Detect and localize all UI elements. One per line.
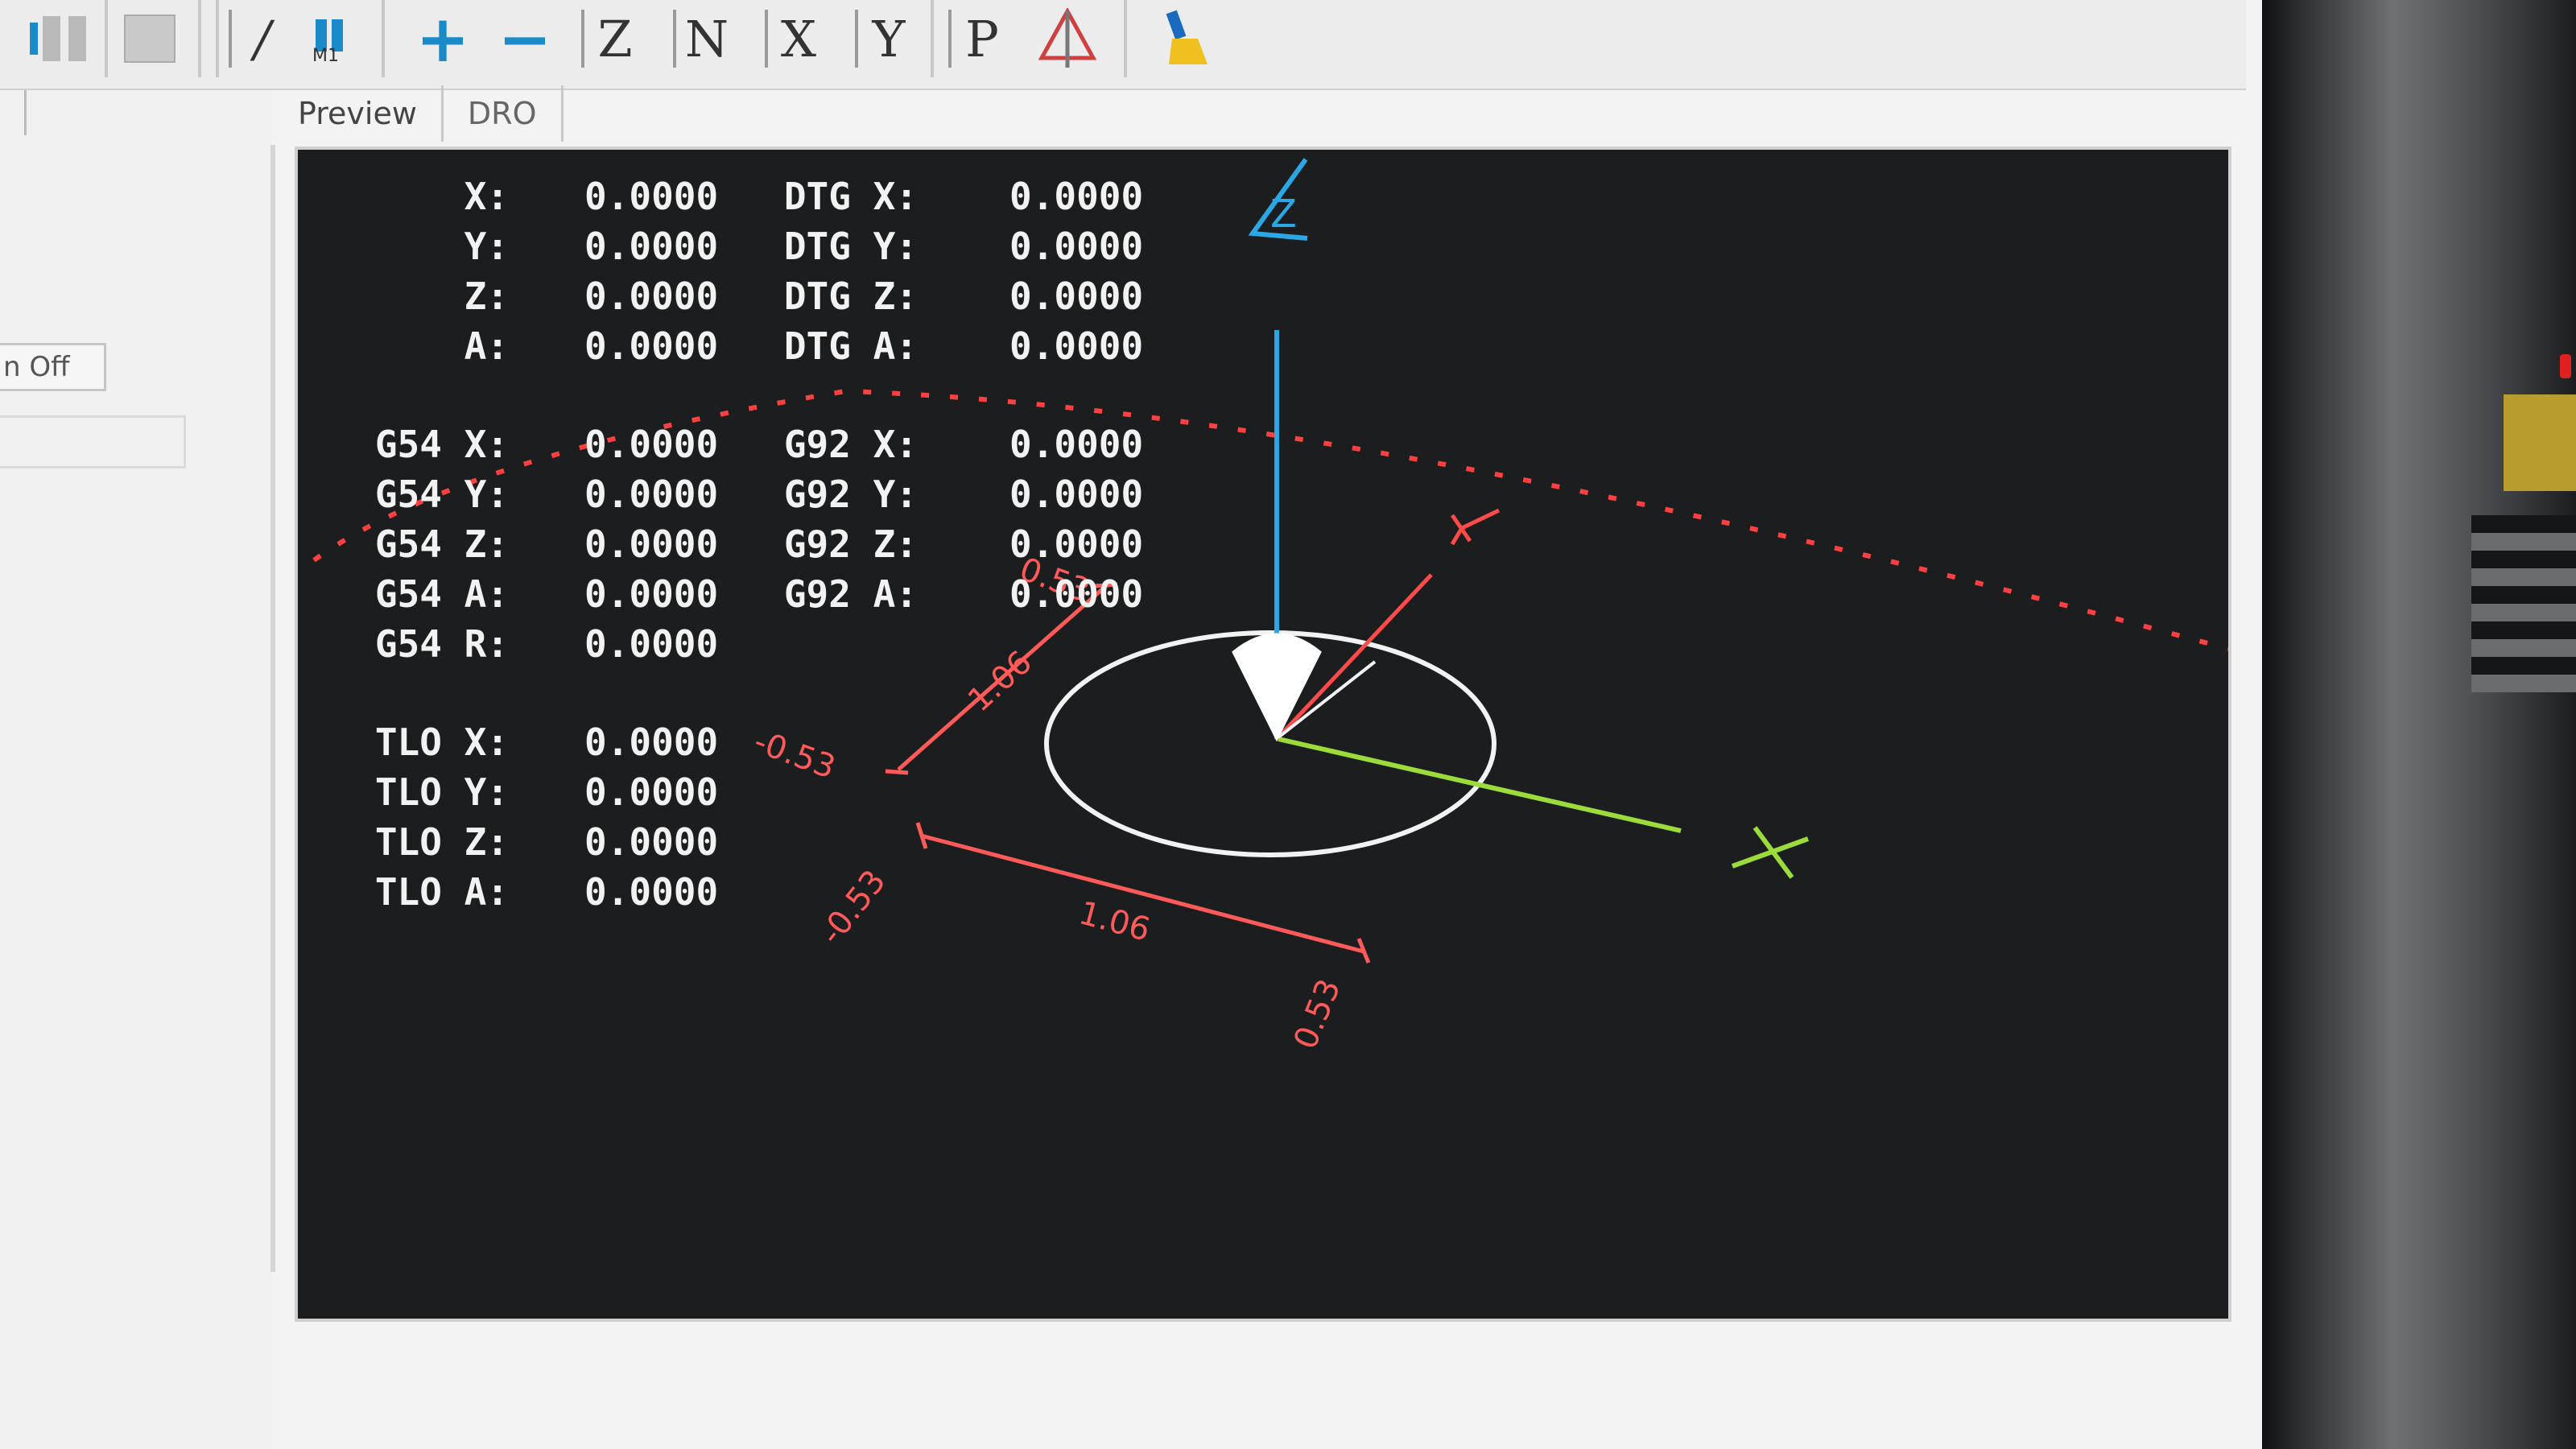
dro-label-secondary: G92 A:	[784, 572, 918, 616]
tab-dro-label: DRO	[467, 96, 537, 131]
power-led	[2560, 354, 2571, 378]
dro-label: G54 X:	[375, 423, 509, 466]
tab-dro[interactable]: DRO	[444, 85, 564, 142]
view-perspective-button[interactable]: P	[948, 5, 1016, 72]
dro-value: 0.0000	[584, 175, 718, 218]
zoom-in-icon: +	[415, 1, 470, 76]
pane-divider[interactable]	[270, 145, 275, 1272]
dro-value: 0.0000	[584, 423, 718, 466]
dro-value: 0.0000	[584, 622, 718, 666]
dro-value-secondary: 0.0000	[1009, 522, 1143, 566]
dro-label-secondary: DTG A:	[784, 324, 918, 368]
dim-y-min: -0.53	[749, 723, 840, 786]
view-y-button[interactable]: Y	[855, 5, 923, 72]
toggle-skip-lines-icon: /	[254, 9, 271, 68]
dro-label: TLO Y:	[375, 770, 509, 814]
dro-label: TLO Z:	[375, 820, 509, 864]
dro-label: G54 Z:	[375, 522, 509, 566]
dro-value: 0.0000	[584, 324, 718, 368]
dro-label: A:	[464, 324, 509, 368]
view-perspective-icon: P	[965, 9, 999, 68]
preview-canvas[interactable]: Z 1.06 -0.53 0.53 1.06 -0.53 0.53 X: 0.0…	[295, 147, 2231, 1322]
pause-button[interactable]	[31, 5, 98, 72]
dro-label-secondary: DTG Z:	[784, 275, 918, 318]
rotate-view-icon	[1038, 8, 1097, 68]
dro-label: TLO A:	[375, 870, 509, 914]
tab-preview[interactable]: Preview	[274, 85, 444, 142]
tool-cone	[1232, 633, 1322, 742]
view-rotated-z-icon: N	[684, 9, 729, 68]
dro-value-secondary: 0.0000	[1009, 473, 1143, 516]
dro-value-secondary: 0.0000	[1009, 225, 1143, 268]
dro-label-secondary: DTG X:	[784, 175, 918, 218]
dro-label: Y:	[464, 225, 509, 268]
view-y-icon: Y	[872, 9, 906, 68]
tab-bar: Preview DRO	[274, 85, 564, 145]
dro-label-secondary: DTG Y:	[784, 225, 918, 268]
z-axis-label: Z	[1270, 192, 1297, 237]
stop-icon	[124, 14, 175, 63]
dro-label: G54 A:	[375, 572, 509, 616]
dro-label-secondary: G92 Y:	[784, 473, 918, 516]
dim-x-length: 1.06	[1075, 894, 1154, 948]
dro-value-secondary: 0.0000	[1009, 275, 1143, 318]
optional-stop-icon: M1	[312, 16, 361, 66]
view-rotated-z-button[interactable]: N	[673, 5, 741, 72]
dro-value: 0.0000	[584, 473, 718, 516]
stop-button[interactable]	[116, 5, 184, 72]
dro-value: 0.0000	[584, 572, 718, 616]
dim-x-max: 0.53	[1287, 974, 1348, 1055]
clear-plot-button[interactable]	[1151, 5, 1219, 72]
toolbar: / M1 + − Z N X Y P	[0, 0, 2246, 90]
dro-label: G54 R:	[375, 622, 509, 666]
left-panel	[0, 90, 272, 1449]
x-axis-line	[1278, 737, 1682, 833]
y-axis-marker	[1450, 508, 1501, 546]
dro-value: 0.0000	[584, 870, 718, 914]
tab-preview-label: Preview	[298, 96, 417, 131]
flood-toggle-label: n Off	[3, 351, 70, 383]
view-x-button[interactable]: X	[765, 5, 832, 72]
dro-label: TLO X:	[375, 720, 509, 764]
view-x-icon: X	[780, 9, 817, 68]
rotate-view-button[interactable]	[1034, 5, 1101, 72]
dro-value: 0.0000	[584, 225, 718, 268]
bezel-vent	[2471, 515, 2576, 692]
dim-x-min: -0.53	[813, 863, 894, 952]
dro-overlay: X: 0.0000 DTG X: 0.0000 Y: 0.0000 DTG Y: 0.0000…	[375, 175, 1143, 914]
screen: / M1 + − Z N X Y P n Off Preview DRO Z 1…	[0, 0, 2262, 1449]
dro-label: Z:	[464, 275, 509, 318]
dro-value: 0.0000	[584, 770, 718, 814]
dro-value-secondary: 0.0000	[1009, 324, 1143, 368]
flood-toggle-button[interactable]: n Off	[0, 343, 106, 391]
zoom-out-icon: −	[497, 1, 552, 76]
dro-label: G54 Y:	[375, 473, 509, 516]
left-tab-stub[interactable]	[0, 90, 27, 135]
dro-value: 0.0000	[584, 820, 718, 864]
pause-icon	[43, 16, 86, 61]
dro-value: 0.0000	[584, 720, 718, 764]
x-axis-marker	[1731, 826, 1810, 879]
optional-stop-button[interactable]: M1	[303, 5, 370, 72]
dro-value-secondary: 0.0000	[1009, 572, 1143, 616]
bezel-sticker	[2504, 394, 2576, 491]
clear-plot-icon	[1166, 10, 1208, 64]
dro-label-secondary: G92 Z:	[784, 522, 918, 566]
left-input-box[interactable]	[0, 415, 186, 469]
dro-value: 0.0000	[584, 275, 718, 318]
monitor-bezel	[2262, 0, 2576, 1449]
dro-value: 0.0000	[584, 522, 718, 566]
zoom-in-button[interactable]: +	[409, 2, 477, 76]
preview-graphics: Z 1.06 -0.53 0.53 1.06 -0.53 0.53 X: 0.0…	[312, 158, 2228, 1055]
dro-label-secondary: G92 X:	[784, 423, 918, 466]
dro-value-secondary: 0.0000	[1009, 175, 1143, 218]
dro-label: X:	[464, 175, 509, 218]
skip-lines-button[interactable]: /	[229, 5, 296, 72]
view-z-icon: Z	[597, 9, 633, 68]
view-z-button[interactable]: Z	[581, 5, 649, 72]
zoom-out-button[interactable]: −	[491, 2, 559, 76]
dro-value-secondary: 0.0000	[1009, 423, 1143, 466]
